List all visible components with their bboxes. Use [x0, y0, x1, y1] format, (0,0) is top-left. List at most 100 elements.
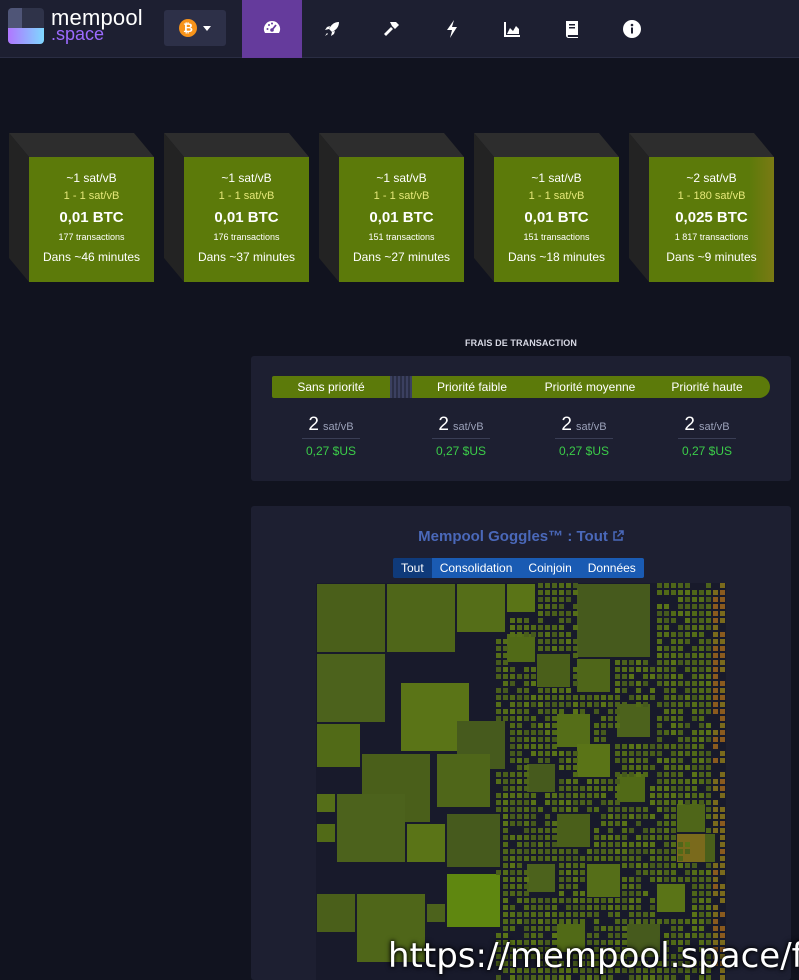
transaction-square[interactable]: [608, 828, 613, 833]
transaction-square[interactable]: [517, 786, 522, 791]
transaction-square[interactable]: [608, 807, 613, 812]
transaction-square[interactable]: [317, 584, 385, 652]
transaction-square[interactable]: [510, 786, 515, 791]
transaction-square[interactable]: [545, 597, 550, 602]
transaction-square[interactable]: [664, 583, 669, 588]
transaction-square[interactable]: [517, 898, 522, 903]
transaction-square[interactable]: [706, 611, 711, 616]
transaction-square[interactable]: [643, 660, 648, 665]
transaction-square[interactable]: [557, 814, 590, 847]
transaction-square[interactable]: [538, 639, 543, 644]
transaction-square[interactable]: [671, 730, 676, 735]
transaction-square[interactable]: [531, 919, 536, 924]
transaction-square[interactable]: [713, 807, 718, 812]
transaction-square[interactable]: [671, 828, 676, 833]
transaction-square[interactable]: [713, 646, 718, 651]
transaction-square[interactable]: [510, 912, 515, 917]
transaction-square[interactable]: [664, 807, 669, 812]
transaction-square[interactable]: [685, 744, 690, 749]
transaction-square[interactable]: [545, 716, 550, 721]
transaction-square[interactable]: [657, 625, 662, 630]
transaction-square[interactable]: [713, 926, 718, 931]
transaction-square[interactable]: [636, 758, 641, 763]
transaction-square[interactable]: [573, 884, 578, 889]
transaction-square[interactable]: [615, 744, 620, 749]
transaction-square[interactable]: [713, 905, 718, 910]
transaction-square[interactable]: [685, 765, 690, 770]
transaction-square[interactable]: [559, 758, 564, 763]
transaction-square[interactable]: [615, 702, 620, 707]
goggles-title-link[interactable]: Mempool Goggles™ : Tout: [251, 528, 791, 545]
transaction-square[interactable]: [552, 702, 557, 707]
transaction-square[interactable]: [699, 681, 704, 686]
transaction-square[interactable]: [615, 674, 620, 679]
transaction-square[interactable]: [692, 898, 697, 903]
transaction-square[interactable]: [615, 786, 620, 791]
transaction-square[interactable]: [713, 604, 718, 609]
transaction-square[interactable]: [692, 660, 697, 665]
transaction-square[interactable]: [692, 863, 697, 868]
transaction-square[interactable]: [622, 702, 627, 707]
transaction-square[interactable]: [685, 618, 690, 623]
transaction-square[interactable]: [524, 709, 529, 714]
transaction-square[interactable]: [643, 842, 648, 847]
transaction-square[interactable]: [538, 856, 543, 861]
transaction-square[interactable]: [699, 751, 704, 756]
transaction-square[interactable]: [706, 814, 711, 819]
transaction-square[interactable]: [503, 695, 508, 700]
transaction-square[interactable]: [517, 884, 522, 889]
transaction-square[interactable]: [643, 807, 648, 812]
transaction-square[interactable]: [510, 716, 515, 721]
transaction-square[interactable]: [713, 730, 718, 735]
transaction-square[interactable]: [657, 863, 662, 868]
transaction-square[interactable]: [685, 660, 690, 665]
transaction-square[interactable]: [566, 793, 571, 798]
transaction-square[interactable]: [566, 849, 571, 854]
transaction-square[interactable]: [524, 891, 529, 896]
transaction-square[interactable]: [531, 716, 536, 721]
transaction-square[interactable]: [510, 758, 515, 763]
transaction-square[interactable]: [678, 926, 683, 931]
transaction-square[interactable]: [545, 849, 550, 854]
transaction-square[interactable]: [524, 688, 529, 693]
transaction-square[interactable]: [496, 660, 501, 665]
transaction-square[interactable]: [524, 779, 529, 784]
transaction-square[interactable]: [685, 695, 690, 700]
transaction-square[interactable]: [601, 737, 606, 742]
transaction-square[interactable]: [622, 744, 627, 749]
transaction-square[interactable]: [517, 849, 522, 854]
transaction-square[interactable]: [706, 597, 711, 602]
transaction-square[interactable]: [615, 681, 620, 686]
nav-about[interactable]: [602, 0, 662, 58]
transaction-square[interactable]: [552, 646, 557, 651]
transaction-square[interactable]: [699, 870, 704, 875]
transaction-square[interactable]: [510, 730, 515, 735]
transaction-square[interactable]: [706, 779, 711, 784]
transaction-square[interactable]: [664, 786, 669, 791]
transaction-square[interactable]: [517, 695, 522, 700]
transaction-square[interactable]: [594, 779, 599, 784]
transaction-square[interactable]: [524, 632, 529, 637]
transaction-square[interactable]: [657, 723, 662, 728]
transaction-square[interactable]: [524, 926, 529, 931]
transaction-square[interactable]: [720, 611, 725, 616]
transaction-square[interactable]: [573, 625, 578, 630]
transaction-square[interactable]: [531, 912, 536, 917]
transaction-square[interactable]: [608, 716, 613, 721]
transaction-square[interactable]: [559, 751, 564, 756]
transaction-square[interactable]: [650, 856, 655, 861]
transaction-square[interactable]: [552, 807, 557, 812]
transaction-square[interactable]: [629, 842, 634, 847]
transaction-square[interactable]: [510, 926, 515, 931]
transaction-square[interactable]: [524, 905, 529, 910]
transaction-square[interactable]: [713, 688, 718, 693]
transaction-square[interactable]: [622, 835, 627, 840]
transaction-square[interactable]: [692, 618, 697, 623]
transaction-square[interactable]: [678, 681, 683, 686]
transaction-square[interactable]: [636, 856, 641, 861]
transaction-square[interactable]: [685, 632, 690, 637]
transaction-square[interactable]: [503, 926, 508, 931]
transaction-square[interactable]: [671, 849, 676, 854]
transaction-square[interactable]: [664, 919, 669, 924]
transaction-square[interactable]: [685, 863, 690, 868]
